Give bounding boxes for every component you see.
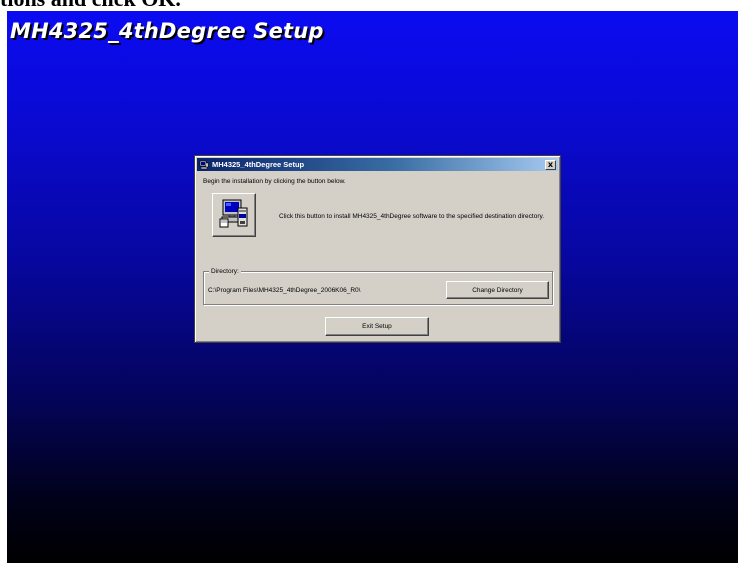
install-description: Click this button to install MH4325_4thD… — [279, 213, 545, 220]
screenshot-page: tions and click OK. MH4325_4thDegree Set… — [0, 0, 738, 563]
directory-label: Directory: — [209, 267, 241, 276]
setup-dialog: MH4325_4thDegree Setup x Begin the insta… — [194, 155, 561, 343]
setup-banner-title: MH4325_4thDegree Setup — [10, 19, 324, 43]
change-directory-button[interactable]: Change Directory — [446, 281, 549, 299]
dialog-titlebar[interactable]: MH4325_4thDegree Setup x — [197, 158, 558, 171]
computer-install-icon — [218, 197, 250, 234]
setup-background: MH4325_4thDegree Setup MH4325_4thDegree … — [7, 11, 738, 563]
install-button[interactable] — [212, 193, 256, 237]
setup-computer-icon — [199, 160, 209, 170]
close-icon: x — [547, 159, 554, 169]
instruction-text: Begin the installation by clicking the b… — [203, 178, 346, 185]
close-button[interactable]: x — [545, 159, 556, 170]
document-caption: tions and click OK. — [0, 0, 181, 11]
directory-path: C:\Program Files\MH4325_4thDegree_2006K0… — [208, 287, 361, 294]
exit-setup-button[interactable]: Exit Setup — [325, 317, 429, 336]
dialog-title: MH4325_4thDegree Setup — [212, 160, 305, 169]
directory-group: Directory: C:\Program Files\MH4325_4thDe… — [203, 267, 553, 305]
